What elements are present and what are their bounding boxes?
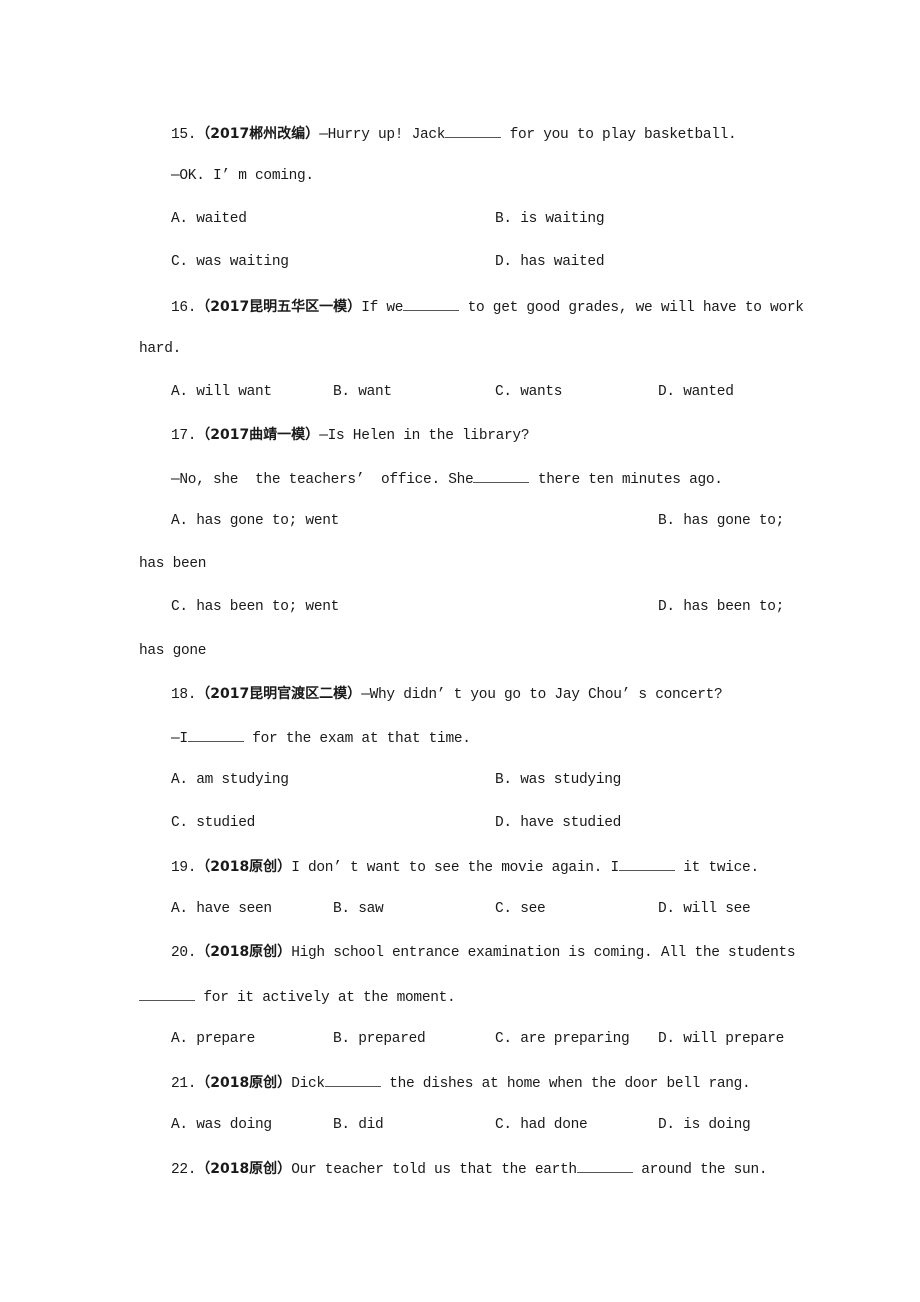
option-d[interactable]: D. will see: [658, 899, 751, 919]
answer-blank[interactable]: [473, 468, 530, 483]
option-a[interactable]: A. has gone to; went: [171, 511, 339, 531]
question-number: 19.: [171, 860, 197, 876]
question-source: （2018原创）: [196, 859, 292, 875]
stem-text: for you to play basketball.: [501, 127, 737, 143]
answer-blank[interactable]: [324, 1072, 381, 1087]
question-source: （2017曲靖一模）: [196, 427, 320, 443]
stem-text: I don’ t want to see the movie again. I: [291, 860, 619, 876]
option-a[interactable]: A. will want: [171, 382, 272, 402]
question-16-stem-cont: hard.: [139, 341, 182, 357]
question-17-stem: 17.（2017曲靖一模）—Is Helen in the library?: [171, 425, 530, 445]
stem-text: around the sun.: [632, 1162, 768, 1178]
question-number: 20.: [171, 945, 197, 961]
question-21-stem: 21.（2018原创）Dick the dishes at home when …: [171, 1072, 751, 1092]
question-source: （2018原创）: [196, 1075, 292, 1091]
question-number: 15.: [171, 127, 197, 143]
question-number: 16.: [171, 300, 197, 316]
option-b[interactable]: B. saw: [333, 899, 384, 919]
stem-text: it twice.: [674, 860, 759, 876]
option-b[interactable]: B. prepared: [333, 1029, 426, 1049]
question-15-stem: 15.（2017郴州改编）—Hurry up! Jack for you to …: [171, 123, 737, 143]
option-b[interactable]: B. is waiting: [495, 209, 605, 229]
option-c[interactable]: C. has been to; went: [171, 597, 339, 617]
option-c[interactable]: C. see: [495, 899, 546, 919]
stem-text: —Is Helen in the library?: [319, 428, 530, 444]
reply-text: —No, she the teachers’ office. She: [171, 472, 474, 488]
reply-text: there ten minutes ago.: [529, 472, 723, 488]
stem-text: Dick: [291, 1076, 325, 1092]
option-b-cont[interactable]: has been: [139, 554, 207, 574]
option-a[interactable]: A. prepare: [171, 1029, 255, 1049]
stem-text: —Hurry up! Jack: [319, 127, 446, 143]
question-18-reply: —I for the exam at that time.: [171, 727, 471, 747]
question-source: （2018原创）: [196, 944, 292, 960]
document-page: 15.（2017郴州改编）—Hurry up! Jack for you to …: [0, 0, 920, 1302]
question-source: （2017昆明官渡区二模）: [196, 686, 362, 702]
option-c[interactable]: C. studied: [171, 813, 255, 833]
option-a[interactable]: A. am studying: [171, 770, 289, 790]
question-number: 21.: [171, 1076, 197, 1092]
stem-text: If we: [361, 300, 404, 316]
question-18-stem: 18.（2017昆明官渡区二模）—Why didn’ t you go to J…: [171, 684, 723, 704]
answer-blank[interactable]: [403, 296, 460, 311]
option-d[interactable]: D. is doing: [658, 1115, 751, 1135]
question-source: （2018原创）: [196, 1161, 292, 1177]
stem-text: to get good grades, we will have to work: [459, 300, 804, 316]
question-16-stem: 16.（2017昆明五华区一模）If we to get good grades…: [171, 296, 804, 316]
option-d[interactable]: D. has waited: [495, 252, 605, 272]
option-d[interactable]: D. has been to;: [658, 597, 784, 617]
question-number: 22.: [171, 1162, 197, 1178]
option-c[interactable]: C. had done: [495, 1115, 588, 1135]
stem-text: High school entrance examination is comi…: [291, 945, 796, 961]
reply-text: for the exam at that time.: [243, 731, 471, 747]
answer-blank[interactable]: [187, 727, 244, 742]
option-d[interactable]: D. have studied: [495, 813, 621, 833]
answer-blank[interactable]: [576, 1158, 633, 1173]
question-22-stem: 22.（2018原创）Our teacher told us that the …: [171, 1158, 768, 1178]
option-d[interactable]: D. will prepare: [658, 1029, 784, 1049]
option-a[interactable]: A. waited: [171, 209, 247, 229]
question-17-reply: —No, she the teachers’ office. She there…: [171, 468, 723, 488]
question-number: 17.: [171, 428, 197, 444]
option-c[interactable]: C. was waiting: [171, 252, 289, 272]
option-b[interactable]: B. has gone to;: [658, 511, 784, 531]
answer-blank[interactable]: [618, 856, 675, 871]
option-b[interactable]: B. was studying: [495, 770, 621, 790]
stem-text: the dishes at home when the door bell ra…: [380, 1076, 751, 1092]
option-b[interactable]: B. did: [333, 1115, 384, 1135]
stem-text: —Why didn’ t you go to Jay Chou’ s conce…: [361, 687, 723, 703]
reply-text: —I: [171, 731, 188, 747]
question-19-stem: 19.（2018原创）I don’ t want to see the movi…: [171, 856, 759, 876]
option-d[interactable]: D. wanted: [658, 382, 734, 402]
question-15-reply: —OK. I’ m coming.: [171, 168, 314, 184]
answer-blank[interactable]: [445, 123, 502, 138]
option-b[interactable]: B. want: [333, 382, 392, 402]
option-a[interactable]: A. have seen: [171, 899, 272, 919]
question-source: （2017昆明五华区一模）: [196, 299, 362, 315]
option-c[interactable]: C. are preparing: [495, 1029, 630, 1049]
answer-blank[interactable]: [139, 986, 195, 1001]
option-c[interactable]: C. wants: [495, 382, 563, 402]
stem-text: Our teacher told us that the earth: [291, 1162, 577, 1178]
question-20-stem-cont: for it actively at the moment.: [139, 986, 456, 1006]
option-a[interactable]: A. was doing: [171, 1115, 272, 1135]
question-number: 18.: [171, 687, 197, 703]
stem-text: for it actively at the moment.: [195, 990, 456, 1006]
option-d-cont[interactable]: has gone: [139, 641, 207, 661]
question-source: （2017郴州改编）: [196, 126, 320, 142]
question-20-stem: 20.（2018原创）High school entrance examinat…: [171, 942, 796, 962]
